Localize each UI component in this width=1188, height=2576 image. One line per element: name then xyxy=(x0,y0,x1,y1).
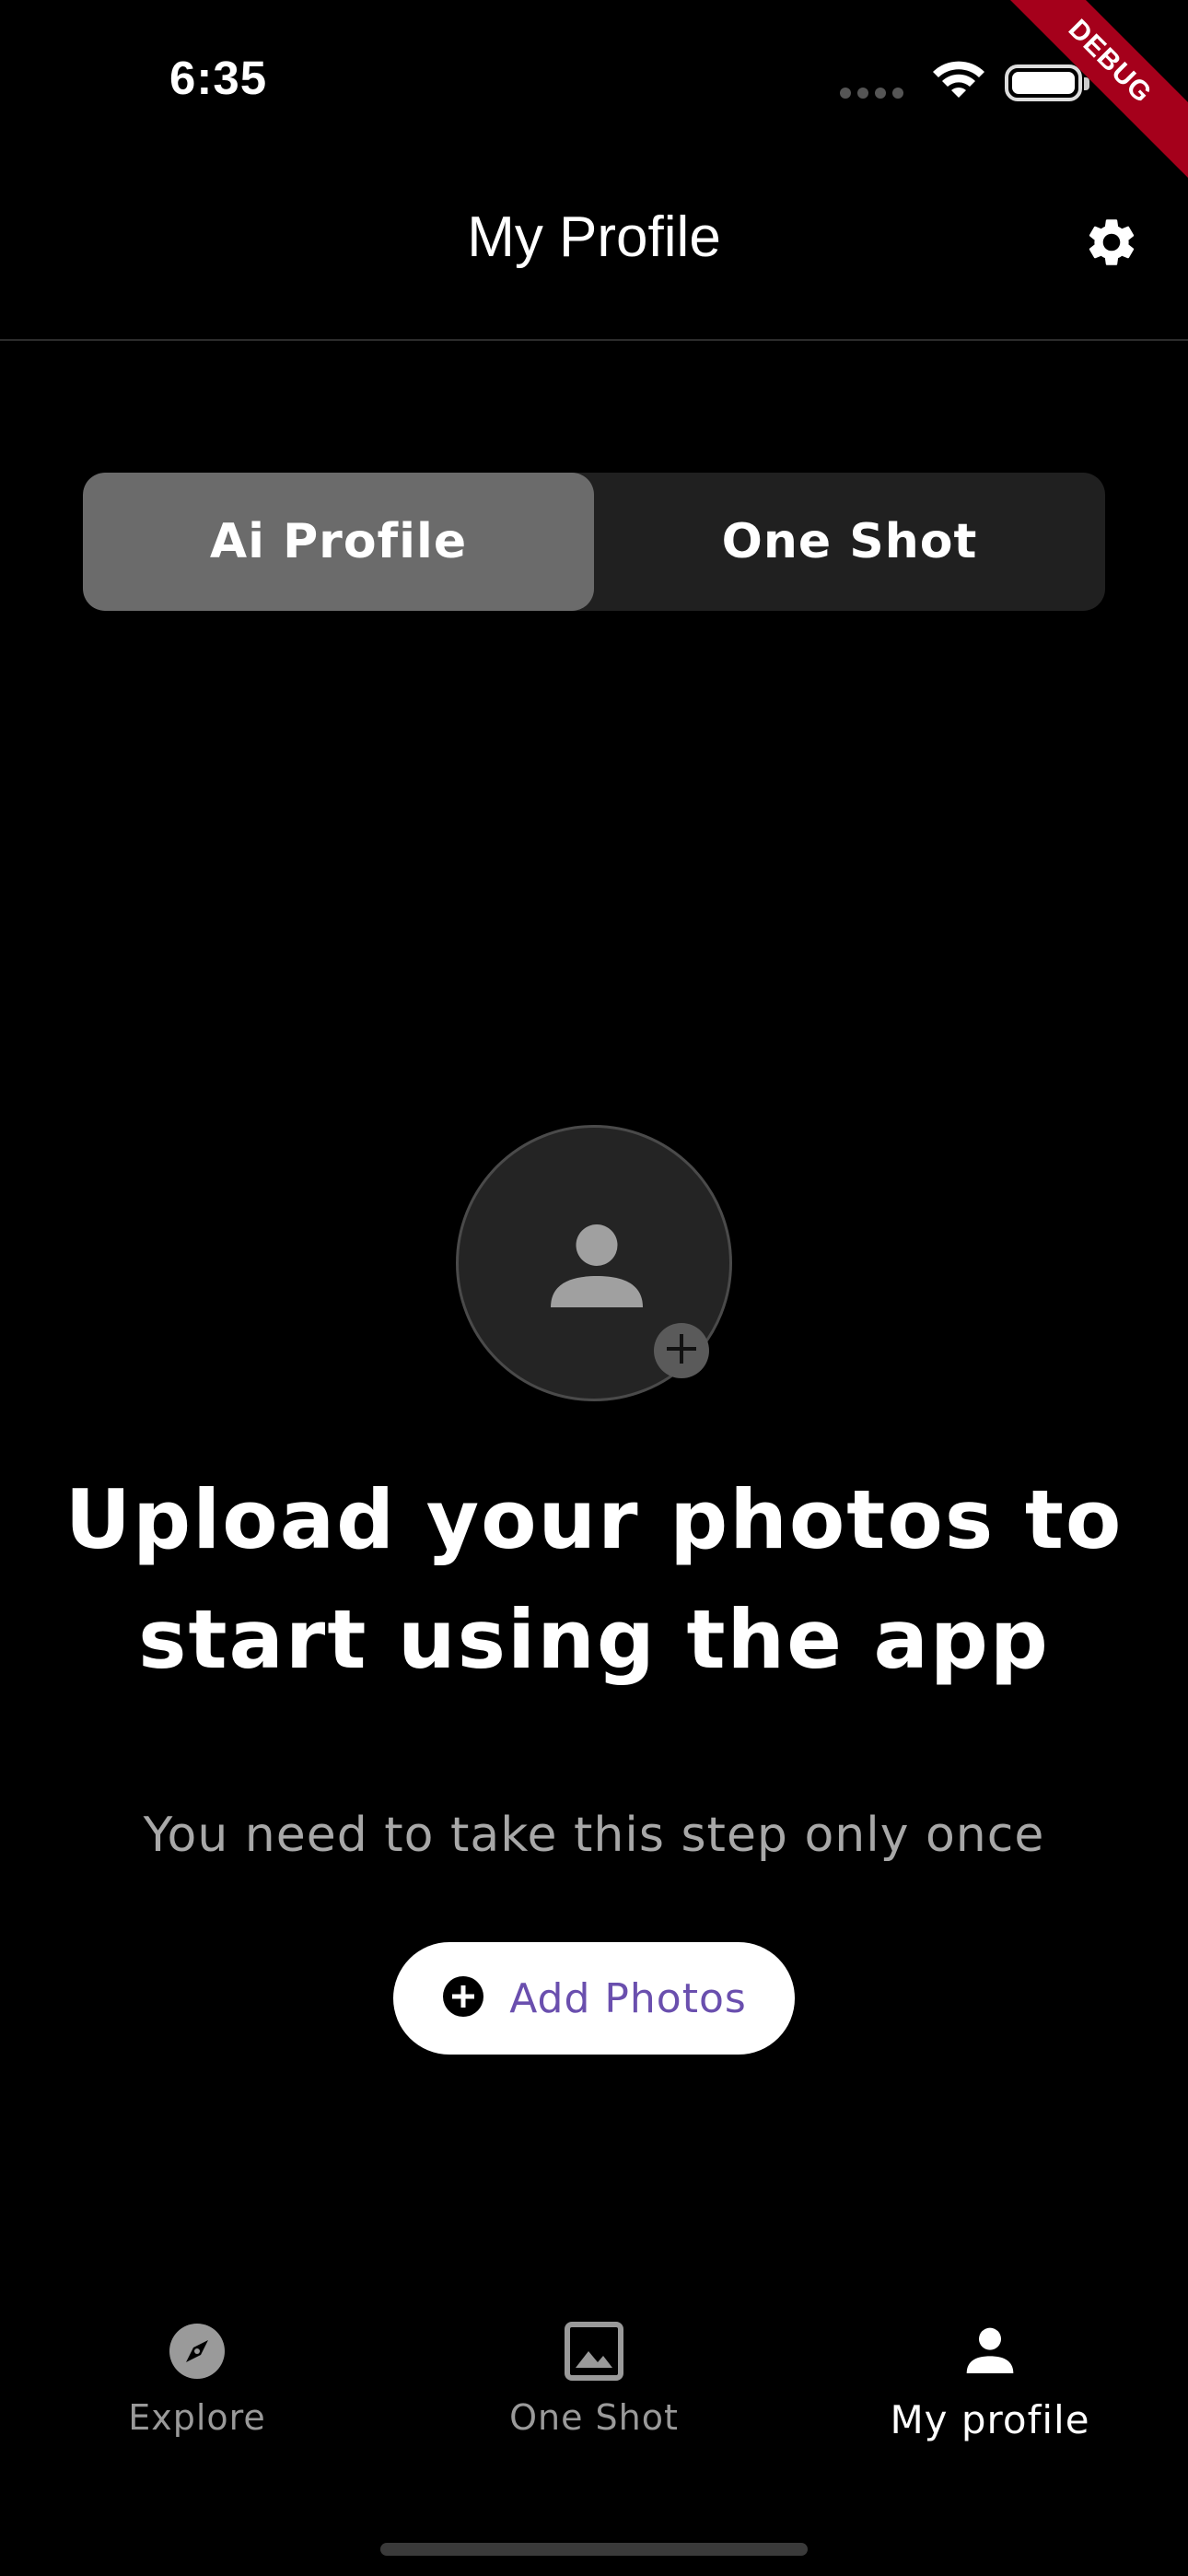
nav-label-my-profile: My profile xyxy=(890,2397,1090,2442)
add-avatar-button[interactable] xyxy=(654,1323,709,1378)
status-icons xyxy=(840,61,1089,105)
headline-line-1: Upload your photos to xyxy=(64,1472,1124,1567)
profile-tabs: Ai Profile One Shot xyxy=(83,473,1105,611)
image-icon xyxy=(565,2322,623,2384)
empty-state-subtitle: You need to take this step only once xyxy=(143,1808,1045,1863)
person-icon xyxy=(961,2322,1019,2384)
nav-label-one-shot: One Shot xyxy=(509,2397,679,2438)
nav-item-explore[interactable]: Explore xyxy=(59,2322,335,2460)
tab-one-shot[interactable]: One Shot xyxy=(594,473,1105,611)
tab-ai-profile[interactable]: Ai Profile xyxy=(83,473,594,611)
add-photos-button[interactable]: Add Photos xyxy=(393,1942,795,2055)
cellular-signal-icon xyxy=(840,88,903,99)
gear-icon xyxy=(1083,214,1140,275)
battery-icon xyxy=(1005,64,1089,101)
add-photos-label: Add Photos xyxy=(509,1974,747,2022)
compass-icon xyxy=(168,2322,227,2384)
plus-icon xyxy=(663,1330,700,1371)
empty-state-headline: Upload your photos to start using the ap… xyxy=(0,1460,1188,1700)
nav-item-one-shot[interactable]: One Shot xyxy=(456,2322,732,2460)
headline-line-2: start using the app xyxy=(138,1592,1050,1687)
bottom-navigation: Explore One Shot My profile xyxy=(0,2322,1188,2460)
add-circle-icon xyxy=(441,1974,485,2022)
header-divider xyxy=(0,339,1188,341)
page-title: My Profile xyxy=(467,205,721,269)
settings-button[interactable] xyxy=(1079,212,1144,276)
wifi-icon xyxy=(931,61,986,105)
nav-label-explore: Explore xyxy=(128,2397,266,2438)
status-time: 6:35 xyxy=(169,52,268,104)
home-indicator xyxy=(380,2543,808,2556)
person-icon xyxy=(542,1211,652,1325)
nav-item-my-profile[interactable]: My profile xyxy=(852,2322,1128,2460)
